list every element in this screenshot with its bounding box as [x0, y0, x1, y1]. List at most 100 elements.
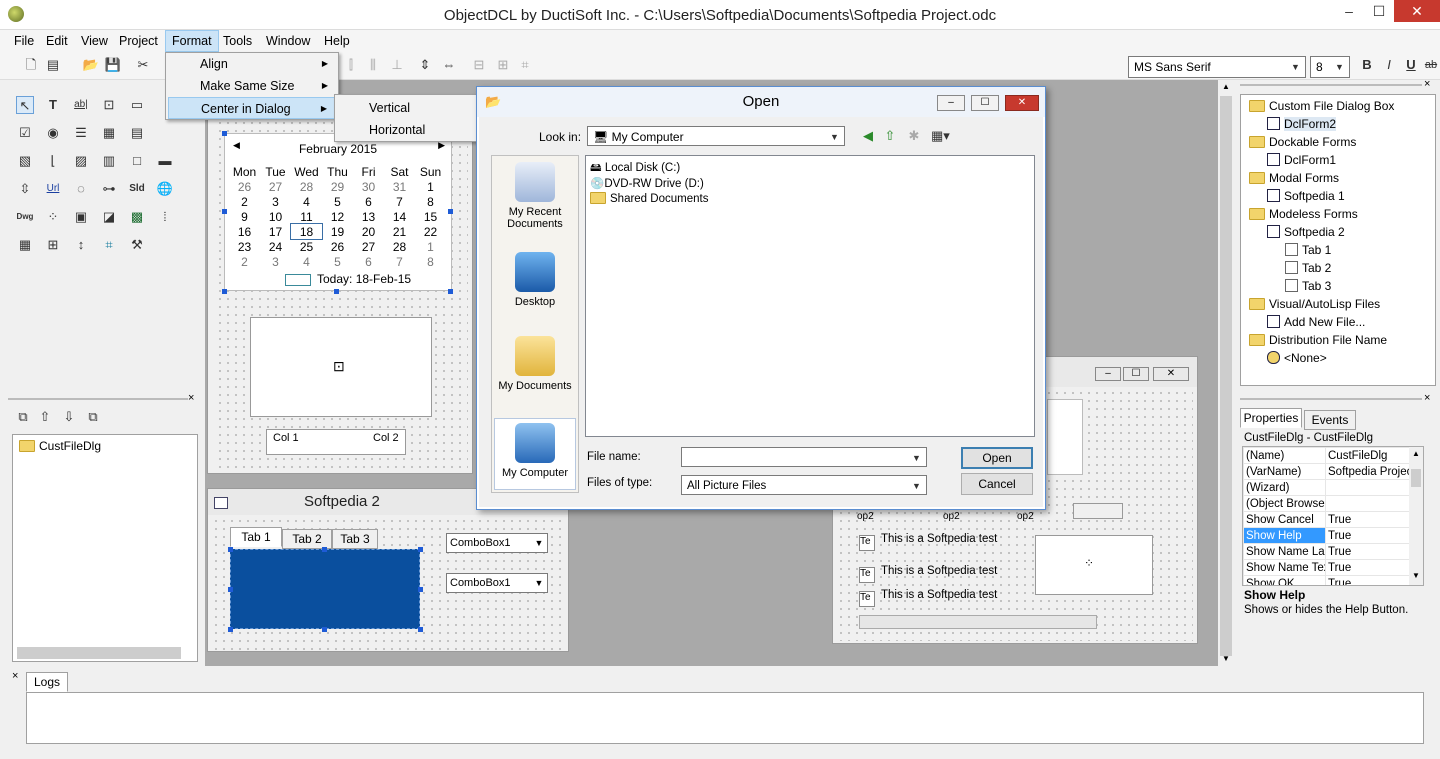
new-folder-icon[interactable]: ✱ [905, 127, 923, 145]
close-button[interactable]: ✕ [1153, 367, 1189, 381]
maximize-button[interactable]: ☐ [1364, 0, 1394, 22]
close-button[interactable]: ✕ [1394, 0, 1440, 22]
menu-help[interactable]: Help [318, 30, 356, 52]
calendar-control[interactable]: ◀ February 2015 ▶ Mon Tue Wed Thu Fri Sat Sun … [224, 133, 452, 291]
grid-icon[interactable]: ⌗ [516, 56, 534, 74]
url-tool-icon[interactable]: Url [44, 180, 62, 198]
text-tool-icon[interactable]: T [44, 96, 62, 114]
menu-tools[interactable]: Tools [217, 30, 258, 52]
property-value[interactable] [1325, 495, 1410, 512]
column-header-1[interactable]: Col 1 [273, 432, 299, 444]
copy-form-icon[interactable]: ⧉ [84, 408, 102, 426]
new-form-icon[interactable]: ▤ [44, 56, 62, 74]
space-across-icon[interactable]: ⊟ [470, 56, 488, 74]
menu-item-center-in-dialog[interactable]: Center in Dialog ▶ [168, 97, 336, 119]
minimize-button[interactable]: – [1095, 367, 1121, 381]
button-tool-icon[interactable]: ⊡ [100, 96, 118, 114]
tools-tool-icon[interactable]: ⚒ [128, 236, 146, 254]
dwg-tool-icon[interactable]: Dwg [16, 208, 34, 226]
close-button[interactable]: ✕ [1005, 95, 1039, 111]
radio-tool-icon[interactable]: ◉ [44, 124, 62, 142]
close-icon[interactable]: × [188, 392, 194, 404]
font-name-select[interactable]: MS Sans Serif ▼ [1128, 56, 1306, 78]
picture-tool-icon[interactable]: ▧ [16, 152, 34, 170]
tree-item[interactable]: Visual/AutoLisp Files [1249, 297, 1380, 311]
tree-item[interactable]: Modal Forms [1249, 171, 1339, 185]
property-value[interactable]: CustFileDlg [1325, 447, 1410, 464]
pointer-icon[interactable]: ↖ [16, 96, 34, 114]
menu-window[interactable]: Window [260, 30, 316, 52]
menu-project[interactable]: Project [113, 30, 164, 52]
tree-item[interactable]: Add New File... [1267, 315, 1365, 329]
calc-tool-icon[interactable]: ▩ [128, 208, 146, 226]
combo-tool-icon[interactable]: ▤ [128, 124, 146, 142]
property-row[interactable]: (Name) CustFileDlg [1243, 447, 1410, 464]
text-control[interactable]: Te [859, 535, 875, 551]
property-value[interactable] [1325, 479, 1410, 496]
property-row[interactable]: (Wizard) [1243, 479, 1410, 496]
list-view-control[interactable]: Col 1 Col 2 [266, 429, 406, 455]
underline-button[interactable]: U [1402, 56, 1420, 74]
tab-page-selected[interactable] [230, 549, 420, 629]
center-horizontal-icon[interactable]: ⇔ [440, 56, 458, 74]
tree-item[interactable]: Softpedia 1 [1267, 189, 1345, 203]
property-row[interactable]: (VarName) Softpedia Projec [1243, 463, 1410, 480]
maximize-button[interactable]: ☐ [971, 95, 999, 111]
tree-item[interactable]: Dockable Forms [1249, 135, 1356, 149]
property-value[interactable]: True [1325, 527, 1410, 544]
tab-3[interactable]: Tab 3 [332, 529, 378, 549]
property-row[interactable]: (Object Browser) [1243, 495, 1410, 512]
menu-item-align[interactable]: Align ▶ [168, 53, 336, 75]
property-row[interactable]: Show Name Lab True [1243, 543, 1410, 560]
panel-tool-icon[interactable]: □ [128, 152, 146, 170]
tree-item-custfiledlg[interactable]: CustFileDlg [19, 439, 101, 453]
column-header-2[interactable]: Col 2 [373, 432, 399, 444]
menu-item-vertical[interactable]: Vertical [337, 97, 475, 119]
tab-logs[interactable]: Logs [26, 672, 68, 692]
place-my-documents[interactable]: My Documents [494, 336, 576, 392]
crop-tool-icon[interactable]: ⌗ [100, 236, 118, 254]
image-control[interactable]: ⁘ [1035, 535, 1153, 595]
views-icon[interactable]: ▦▾ [931, 127, 950, 145]
file-type-select[interactable]: All Picture Files ▼ [681, 475, 927, 495]
property-value[interactable]: True [1325, 543, 1410, 560]
split-tool-icon[interactable]: ⦙ [156, 208, 174, 226]
minimize-button[interactable]: – [937, 95, 965, 111]
tree-item[interactable]: Custom File Dialog Box [1249, 99, 1394, 113]
place-recent-documents[interactable]: My Recent Documents [494, 162, 576, 230]
workspace-vscroll[interactable]: ▲ ▼ [1218, 80, 1234, 666]
property-value[interactable]: Softpedia Projec [1325, 463, 1410, 480]
label-tool-icon[interactable]: ▭ [128, 96, 146, 114]
menu-file[interactable]: File [8, 30, 40, 52]
tree-item[interactable]: DclForm1 [1267, 153, 1336, 167]
menu-edit[interactable]: Edit [40, 30, 74, 52]
text-control[interactable]: Te [859, 567, 875, 583]
tree-item[interactable]: Tab 3 [1285, 279, 1331, 293]
move-up-icon[interactable]: ⇧ [36, 408, 54, 426]
up-folder-icon[interactable]: ⇧ [881, 127, 899, 145]
grid-tool-icon[interactable]: ⁘ [44, 208, 62, 226]
space-down-icon[interactable]: ⊞ [494, 56, 512, 74]
add-form-icon[interactable]: ⧉ [14, 408, 32, 426]
maximize-button[interactable]: ☐ [1123, 367, 1149, 381]
textbox-tool-icon[interactable]: ab| [72, 96, 90, 114]
tree-item[interactable]: Softpedia 2 [1267, 225, 1345, 239]
close-icon[interactable]: × [1424, 392, 1430, 404]
property-value[interactable]: True [1325, 511, 1410, 528]
tree-item[interactable]: Tab 2 [1285, 261, 1331, 275]
property-row[interactable]: Show Cancel True [1243, 511, 1410, 528]
tab-1[interactable]: Tab 1 [230, 527, 282, 547]
file-item-shared-documents[interactable]: Shared Documents [590, 192, 708, 205]
menu-view[interactable]: View [75, 30, 114, 52]
center-vertical-icon[interactable]: ⇕ [416, 56, 434, 74]
property-row[interactable]: Show Help True [1243, 527, 1410, 544]
checkbox-tool-icon[interactable]: ☑ [16, 124, 34, 142]
move-down-icon[interactable]: ⇩ [60, 408, 78, 426]
block-tool-icon[interactable]: ◪ [100, 208, 118, 226]
close-icon[interactable]: × [12, 670, 18, 682]
open-button[interactable]: Open [961, 447, 1033, 469]
slider-tool-icon[interactable]: Sld [128, 180, 146, 198]
menu-format[interactable]: Format [165, 30, 219, 52]
font-size-select[interactable]: 8 ▼ [1310, 56, 1350, 78]
table-tool-icon[interactable]: ▦ [16, 236, 34, 254]
